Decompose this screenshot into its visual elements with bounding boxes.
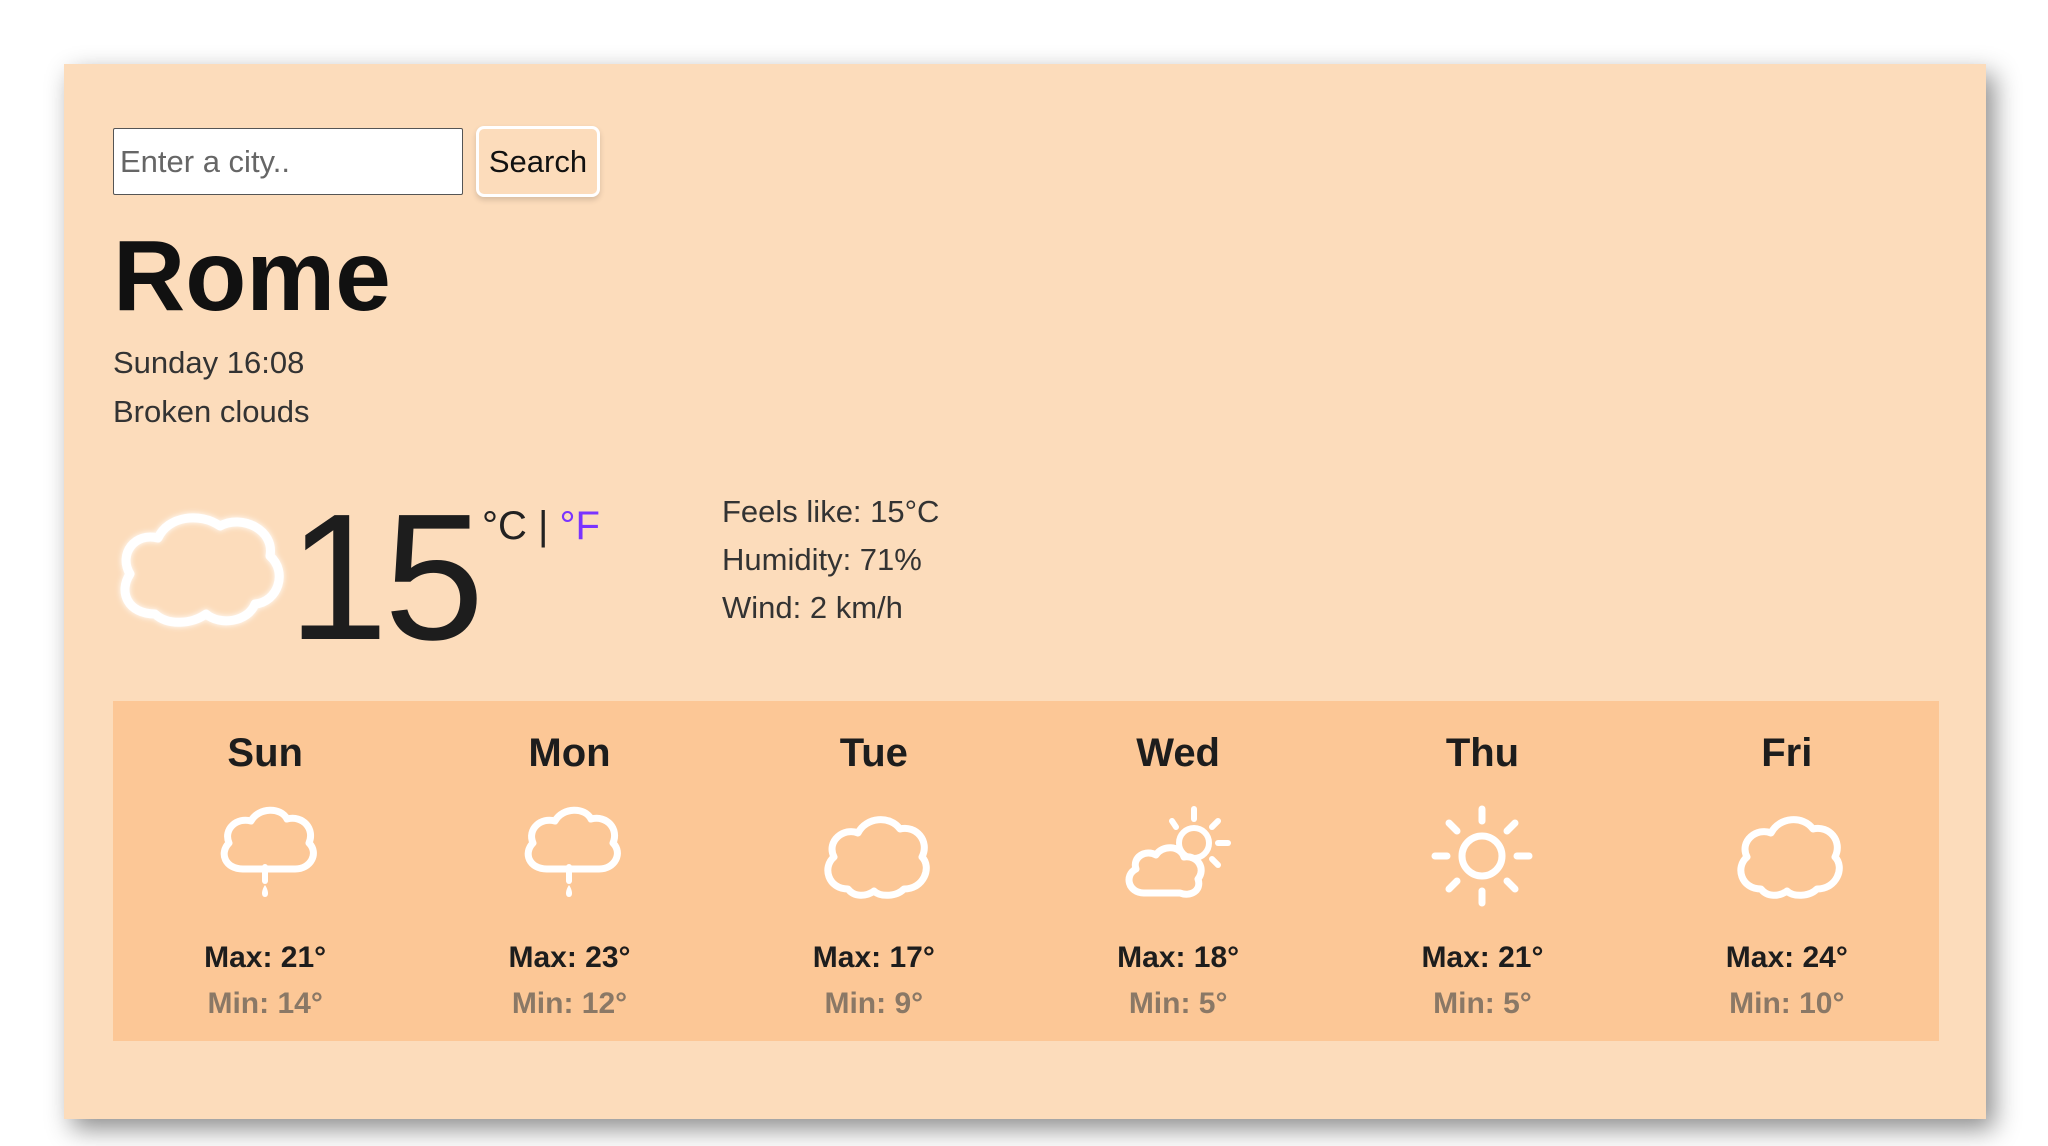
forecast-min: Min: 9° [824, 987, 924, 1020]
current-datetime: Sunday 16:08 [113, 345, 305, 380]
cloud-icon [1737, 816, 1843, 899]
forecast-day: Wed Max: 18° Min: 5° [1026, 701, 1330, 1041]
weather-description: Broken clouds [113, 394, 310, 429]
weather-details: Feels like: 15°C Humidity: 71% Wind: 2 k… [722, 488, 939, 632]
cloud-icon [824, 816, 930, 899]
forecast-min: Min: 12° [511, 987, 628, 1020]
unit-fahrenheit-link[interactable]: °F [560, 504, 600, 548]
forecast-day-name: Thu [1445, 731, 1520, 775]
forecast-day: Thu Max: 21° Min: 5° [1330, 701, 1634, 1041]
unit-celsius-link[interactable]: °C [482, 504, 527, 548]
forecast-max: Max: 21° [204, 941, 327, 974]
humidity: Humidity: 71% [722, 542, 922, 577]
forecast-day-name: Tue [839, 731, 908, 775]
unit-separator: | [538, 504, 549, 548]
forecast-min: Min: 5° [1128, 987, 1228, 1020]
forecast-max: Max: 23° [508, 941, 631, 974]
sun-icon [1431, 805, 1533, 907]
forecast-max: Max: 17° [812, 941, 935, 974]
current-temperature: 15 [288, 477, 484, 678]
rain-cloud-icon [525, 806, 622, 897]
city-name: Rome [113, 220, 391, 332]
forecast-min: Min: 14° [207, 987, 323, 1020]
cloud-icon [120, 513, 284, 627]
forecast-max: Max: 24° [1725, 941, 1848, 974]
forecast-min: Min: 5° [1433, 987, 1532, 1020]
search-button[interactable]: Search [476, 126, 600, 197]
rain-cloud-icon [220, 806, 317, 897]
forecast-day-name: Wed [1136, 731, 1220, 775]
wind: Wind: 2 km/h [722, 590, 903, 625]
unit-toggle: °C | °F [482, 504, 600, 549]
forecast-day-name: Mon [528, 731, 611, 775]
forecast-day-name: Fri [1761, 731, 1813, 775]
forecast-min: Min: 10° [1729, 987, 1845, 1020]
weather-card: Search Rome Sunday 16:08 Broken clouds 1… [64, 64, 1986, 1119]
forecast-day: Tue Max: 17° Min: 9° [722, 701, 1026, 1041]
feels-like: Feels like: 15°C [722, 494, 940, 529]
city-search-input[interactable] [113, 128, 463, 195]
forecast-day-name: Sun [227, 731, 303, 775]
partly-cloudy-icon [1125, 806, 1232, 898]
forecast-day: Sun Max: 21° Min: 14° [113, 701, 417, 1041]
forecast-day: Mon Max: 23° Min: 12° [417, 701, 721, 1041]
forecast-max: Max: 21° [1421, 941, 1544, 974]
forecast-day: Fri Max: 24° Min: 10° [1635, 701, 1939, 1041]
forecast-strip: Sun Max: 21° Min: 14° Mon Max: 23° Min: … [113, 701, 1939, 1041]
search-form: Search [113, 126, 600, 197]
forecast-max: Max: 18° [1117, 941, 1240, 974]
